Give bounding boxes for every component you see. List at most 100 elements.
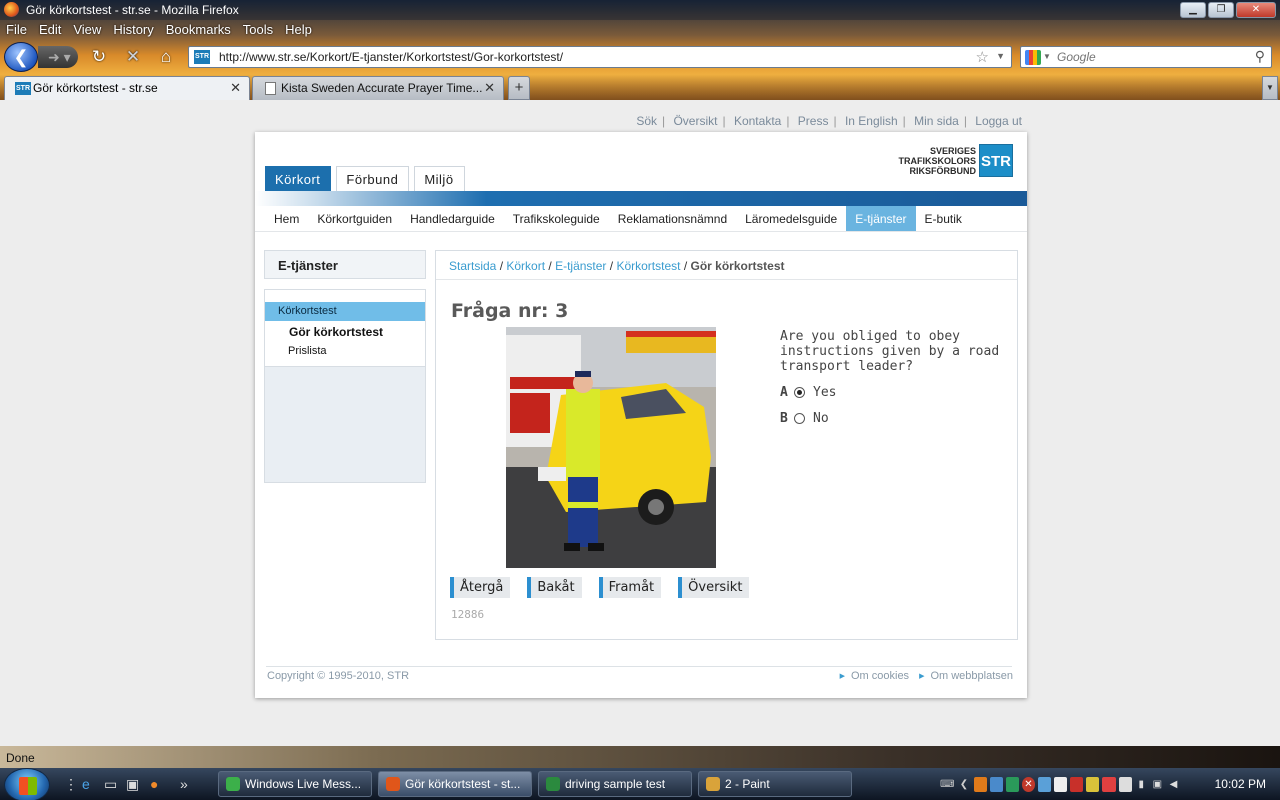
toplink-in-english[interactable]: In English [845, 114, 898, 128]
search-input[interactable] [1057, 50, 1247, 64]
breadcrumb-korkortstest[interactable]: Körkortstest [616, 259, 680, 273]
url-input[interactable] [219, 50, 959, 64]
tray-app-icon[interactable] [1070, 776, 1084, 792]
tray-app-icon[interactable] [1054, 776, 1068, 792]
address-bar[interactable]: STR ☆ ▼ [188, 46, 1012, 68]
header-bar [255, 191, 1027, 206]
toplink-logga-ut[interactable]: Logga ut [975, 114, 1022, 128]
taskbar-driving-sample-test[interactable]: driving sample test [538, 771, 692, 797]
security-icon[interactable]: ✕ [1021, 776, 1035, 792]
maximize-button[interactable]: ❐ [1208, 2, 1234, 18]
toplink-min-sida[interactable]: Min sida [914, 114, 959, 128]
menu-view[interactable]: View [67, 20, 107, 40]
question-buttons: Återgå Bakåt Framåt Översikt [450, 577, 750, 598]
stop-icon[interactable]: ✕ [122, 47, 144, 67]
breadcrumb: Startsida / Körkort / E-tjänster / Körko… [449, 259, 785, 273]
search-bar[interactable]: ▼ ⚲ [1020, 46, 1272, 68]
tray-app-icon[interactable] [1118, 776, 1132, 792]
subnav-reklamationsnamnd[interactable]: Reklamationsnämnd [609, 206, 736, 231]
next-question-button[interactable]: Framåt [598, 577, 662, 598]
minimize-button[interactable]: ▁ [1180, 2, 1206, 18]
menu-file[interactable]: File [0, 20, 33, 40]
network-icon[interactable]: ▣ [1151, 777, 1164, 792]
menu-tools[interactable]: Tools [237, 20, 279, 40]
taskbar-live-messenger[interactable]: Windows Live Mess... [218, 771, 372, 797]
subnav-handledarguide[interactable]: Handledarguide [401, 206, 504, 231]
tray-app-icon[interactable] [973, 776, 987, 792]
tab-forbund[interactable]: Förbund [336, 166, 410, 192]
subnav-korkortguiden[interactable]: Körkortguiden [308, 206, 401, 231]
ie-icon[interactable]: e [82, 776, 90, 792]
toplink-oversikt[interactable]: Översikt [673, 114, 717, 128]
url-dropdown-icon[interactable]: ▼ [996, 51, 1005, 61]
tray-app-icon[interactable] [1005, 776, 1019, 792]
engine-dropdown-icon[interactable]: ▼ [1043, 52, 1051, 61]
tab-korkort[interactable]: Körkort [265, 166, 332, 192]
overview-button[interactable]: Översikt [678, 577, 750, 598]
answer-label[interactable]: Yes [813, 385, 836, 400]
subnav-trafikskoleguide[interactable]: Trafikskoleguide [504, 206, 609, 231]
bookmark-star-icon[interactable]: ☆ [976, 48, 989, 66]
clock[interactable]: 10:02 PM [1215, 777, 1266, 791]
close-tab-icon[interactable]: ✕ [484, 80, 495, 96]
battery-icon[interactable]: ▮ [1135, 777, 1148, 792]
return-button[interactable]: Återgå [450, 577, 511, 598]
answer-a[interactable]: A Yes [780, 385, 836, 400]
top-links: Sök | Översikt | Kontakta | Press | In Engli… [636, 114, 1022, 128]
tray-app-icon[interactable] [1102, 776, 1116, 792]
google-engine-icon[interactable] [1025, 50, 1041, 65]
tray-expand-icon[interactable]: ❮ [957, 777, 970, 792]
answer-label[interactable]: No [813, 411, 829, 426]
toplink-kontakta[interactable]: Kontakta [734, 114, 781, 128]
show-desktop-icon[interactable]: ▭ [104, 776, 117, 793]
sidebar-item-korkortstest[interactable]: Körkortstest [265, 302, 425, 321]
menu-history[interactable]: History [107, 20, 159, 40]
subnav-hem[interactable]: Hem [265, 206, 308, 231]
taskbar-firefox[interactable]: Gör körkortstest - st... [378, 771, 532, 797]
tray-app-icon[interactable] [1037, 776, 1052, 792]
home-icon[interactable]: ⌂ [155, 47, 177, 67]
tray-app-icon[interactable] [1086, 776, 1100, 792]
menu-bookmarks[interactable]: Bookmarks [160, 20, 237, 40]
breadcrumb-e-tjanster[interactable]: E-tjänster [555, 259, 606, 273]
start-button[interactable] [4, 768, 50, 800]
menu-edit[interactable]: Edit [33, 20, 67, 40]
new-tab-button[interactable]: + [508, 76, 530, 100]
back-button[interactable]: ❮ [4, 42, 38, 72]
subnav-laromedelsguide[interactable]: Läromedelsguide [736, 206, 846, 231]
footer-link-webbplatsen[interactable]: ▶ Om webbplatsen [919, 670, 1013, 682]
window-titlebar: Gör körkortstest - str.se - Mozilla Fire… [0, 0, 1280, 20]
list-all-tabs-icon[interactable]: ▼ [1262, 76, 1278, 100]
reload-icon[interactable]: ↻ [88, 47, 110, 67]
answer-b[interactable]: B No [780, 411, 829, 426]
search-icon[interactable]: ⚲ [1255, 48, 1265, 65]
sidebar-item-prislista[interactable]: Prislista [265, 345, 425, 357]
str-logo[interactable]: SVERIGES TRAFIKSKOLORS RIKSFÖRBUND STR [899, 144, 1013, 177]
answer-b-radio[interactable] [794, 413, 805, 424]
forward-button[interactable]: ➜ ▾ [38, 46, 78, 68]
tab-str[interactable]: STR Gör körkortstest - str.se ✕ [4, 76, 250, 100]
answer-a-radio[interactable] [794, 387, 805, 398]
subnav-e-tjanster[interactable]: E-tjänster [846, 206, 916, 231]
more-quicklaunch-icon[interactable]: » [180, 776, 188, 792]
back-question-button[interactable]: Bakåt [527, 577, 582, 598]
tray-app-icon[interactable] [989, 776, 1003, 792]
toplink-press[interactable]: Press [798, 114, 829, 128]
window-controls: ▁ ❐ ✕ [1180, 2, 1276, 18]
sidebar-item-gor-korkortstest[interactable]: Gör körkortstest [265, 325, 425, 339]
toplink-sok[interactable]: Sök [636, 114, 657, 128]
footer-link-cookies[interactable]: ▶ Om cookies [840, 670, 909, 682]
keyboard-icon[interactable]: ⌨ [940, 777, 954, 792]
close-window-button[interactable]: ✕ [1236, 2, 1276, 18]
tab-miljo[interactable]: Miljö [414, 166, 465, 192]
switch-windows-icon[interactable]: ▣ [126, 776, 139, 793]
menu-help[interactable]: Help [279, 20, 318, 40]
breadcrumb-startsida[interactable]: Startsida [449, 259, 496, 273]
firefox-quicklaunch-icon[interactable]: ● [150, 776, 158, 792]
subnav-e-butik[interactable]: E-butik [916, 206, 971, 231]
volume-icon[interactable]: ◀ [1167, 777, 1180, 792]
tab-prayer-times[interactable]: Kista Sweden Accurate Prayer Time... ✕ [252, 76, 504, 100]
breadcrumb-korkort[interactable]: Körkort [506, 259, 545, 273]
close-tab-icon[interactable]: ✕ [230, 80, 241, 96]
taskbar-paint[interactable]: 2 - Paint [698, 771, 852, 797]
